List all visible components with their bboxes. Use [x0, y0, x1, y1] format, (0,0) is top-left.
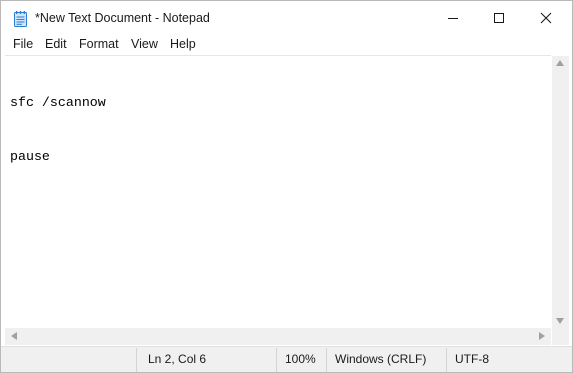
text-editor[interactable]: sfc /scannow pause [5, 55, 551, 328]
menu-bar: File Edit Format View Help [1, 35, 572, 55]
notepad-icon [14, 11, 27, 27]
scroll-right-icon[interactable] [539, 332, 545, 340]
editor-line: pause [10, 149, 50, 164]
menu-format[interactable]: Format [79, 37, 119, 51]
editor-content[interactable]: sfc /scannow pause [10, 58, 106, 202]
status-divider [326, 348, 327, 372]
minimize-button[interactable] [430, 1, 476, 35]
scroll-left-icon[interactable] [11, 332, 17, 340]
menu-edit[interactable]: Edit [45, 37, 67, 51]
status-divider [446, 348, 447, 372]
close-button[interactable] [522, 1, 570, 35]
title-bar[interactable]: *New Text Document - Notepad [1, 1, 572, 35]
status-encoding: UTF-8 [455, 352, 489, 366]
status-cursor-position: Ln 2, Col 6 [148, 352, 207, 366]
status-line-ending: Windows (CRLF) [335, 352, 427, 366]
vertical-scrollbar[interactable] [552, 56, 569, 328]
scroll-down-icon[interactable] [556, 318, 564, 324]
menu-view[interactable]: View [131, 37, 158, 51]
editor-line: sfc /scannow [10, 95, 106, 110]
close-icon [540, 12, 552, 24]
menu-file[interactable]: File [13, 37, 33, 51]
minimize-icon [448, 18, 458, 19]
maximize-button[interactable] [476, 1, 522, 35]
status-divider [136, 348, 137, 372]
status-divider [276, 348, 277, 372]
window-title: *New Text Document - Notepad [35, 11, 210, 25]
horizontal-scrollbar[interactable] [5, 328, 551, 345]
maximize-icon [494, 13, 504, 23]
scroll-up-icon[interactable] [556, 60, 564, 66]
menu-help[interactable]: Help [170, 37, 196, 51]
status-bar: Ln 2, Col 6 100% Windows (CRLF) UTF-8 [1, 346, 572, 372]
status-zoom: 100% [285, 352, 316, 366]
scrollbar-corner [552, 328, 569, 345]
notepad-window: *New Text Document - Notepad File Edit F… [0, 0, 573, 373]
